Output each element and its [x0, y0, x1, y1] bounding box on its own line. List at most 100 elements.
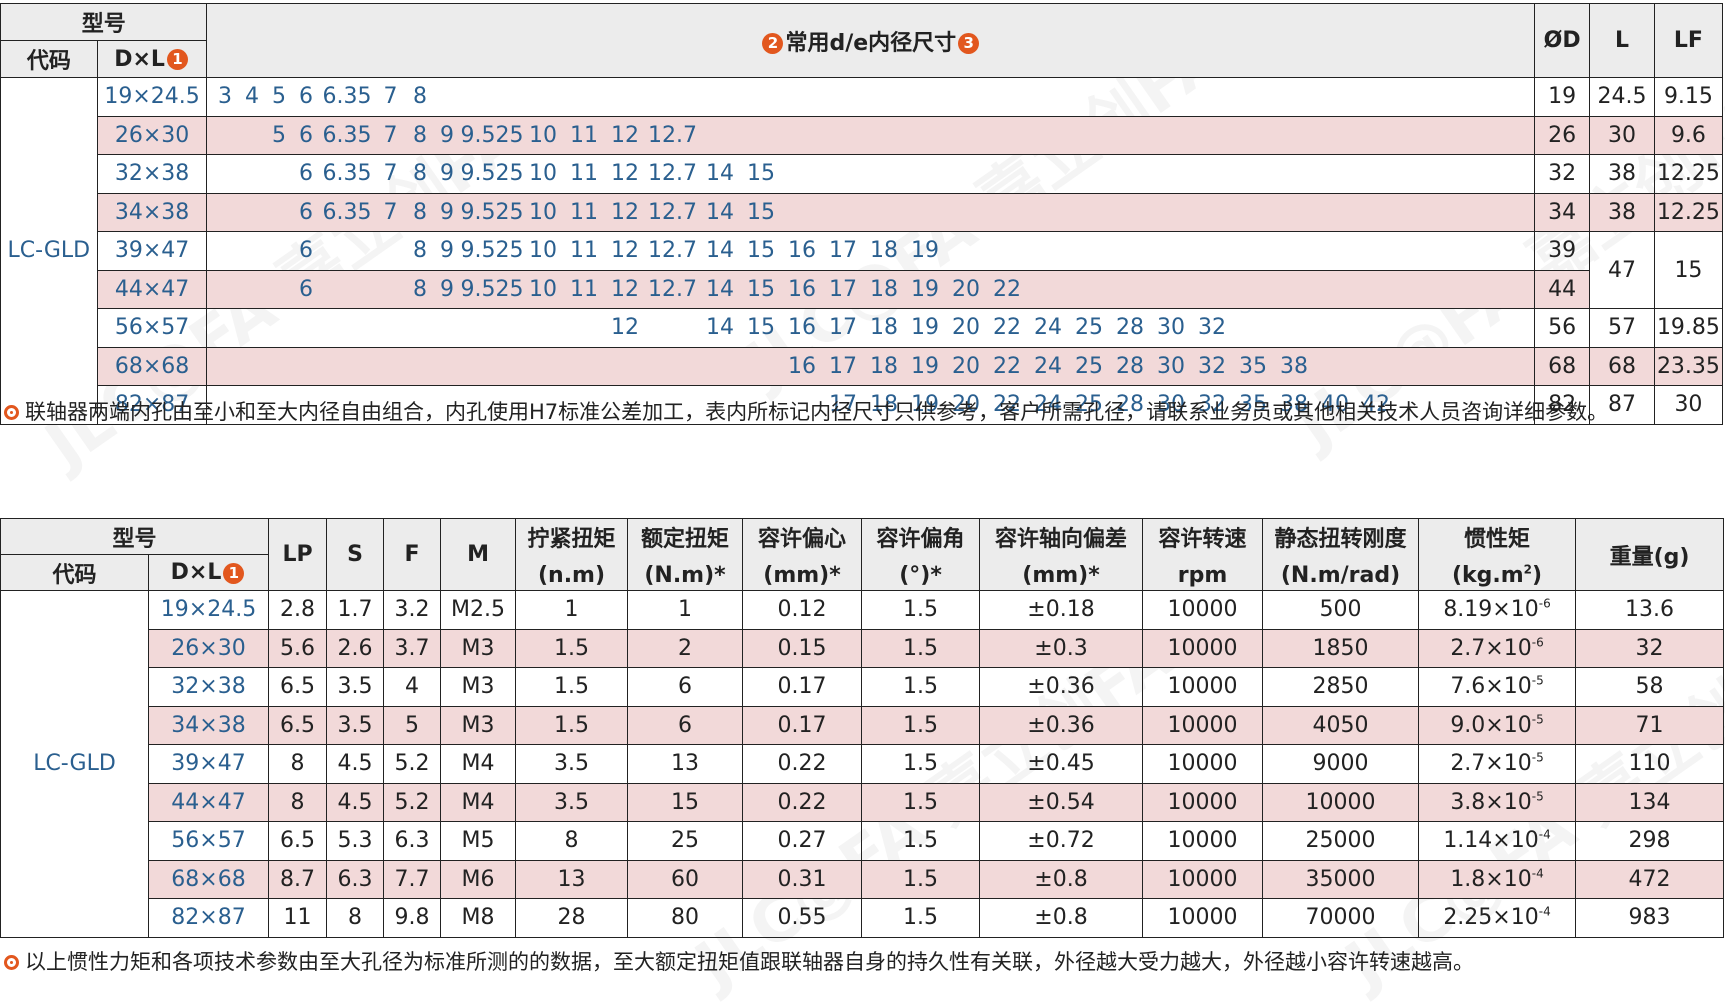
table-row: 56×57 12 14 15 16 17 18 19 20 22 24 25 28 30 32 56 57 19.… [1, 308, 1724, 348]
bore-value: 12 [610, 315, 639, 341]
lf-cell: 19.85 [1653, 308, 1724, 348]
cell-rt: 60 [627, 859, 744, 899]
lf-cell: 23.35 [1653, 346, 1724, 386]
size-cell: 39×47 [147, 744, 270, 784]
bore-value: 18 [869, 276, 898, 302]
bore-line: 6 8 9 9.525 10 11 12 12.7 14 15 16 17 18 19 [208, 238, 1534, 264]
cell-s: 5.3 [326, 821, 385, 861]
cell-rt: 2 [627, 628, 744, 668]
od-cell: 68 [1534, 346, 1591, 386]
inertia-base: 9.0×10 [1450, 712, 1532, 738]
cell-inertia: 2.7×10-5 [1418, 744, 1577, 784]
bore-value: 8 [412, 276, 427, 302]
bore-list: 6 6.35 7 8 9 9.525 10 11 12 12.7 14 15 [206, 154, 1536, 194]
header-model: 型号 [0, 518, 270, 555]
bore-value: 24 [1033, 315, 1062, 341]
header-code: 代码 [0, 40, 98, 78]
bore-value: 12 [610, 122, 639, 148]
bore-value: 9 [439, 276, 454, 302]
inertia-base: 1.14×10 [1443, 828, 1539, 854]
cell-s: 1.7 [326, 590, 385, 630]
cell-weight: 110 [1575, 744, 1725, 784]
cell-f: 4 [383, 667, 442, 707]
od-cell: 44 [1534, 269, 1591, 309]
cell-inertia: 8.19×10-6 [1418, 590, 1577, 630]
inertia-base: 2.7×10 [1450, 635, 1532, 661]
bullet-icon [4, 955, 19, 970]
bore-value: 16 [787, 315, 816, 341]
inertia-base: 8.19×10 [1443, 597, 1539, 623]
bore-value: 11 [569, 122, 598, 148]
header-radial: 容许偏心 (mm)* [742, 518, 863, 591]
bore-value: 7 [383, 161, 398, 187]
header-dxl: D×L 1 [96, 40, 208, 78]
cell-lp: 8 [268, 782, 328, 822]
header-s: S [326, 518, 385, 591]
header-m: M [440, 518, 517, 591]
cell-ax: ±0.54 [979, 782, 1144, 822]
bore-value: 9.525 [460, 161, 524, 187]
bore-value: 9 [439, 161, 454, 187]
bore-value: 8 [412, 199, 427, 225]
bore-value: 22 [992, 315, 1021, 341]
cell-tt: 1.5 [515, 628, 629, 668]
cell-ax: ±0.72 [979, 821, 1144, 861]
cell-s: 6.3 [326, 859, 385, 899]
bore-value: 30 [1156, 315, 1185, 341]
bore-value: 24 [1033, 353, 1062, 379]
cell-inertia: 7.6×10-5 [1418, 667, 1577, 707]
cell-rad: 0.15 [742, 628, 863, 668]
bore-value: 14 [705, 276, 734, 302]
bore-size-table: 型号 2 常用d/e内径尺寸 3 ØD L LF 代码 D×L 1 LC-GLD 19×… [0, 3, 1724, 425]
cell-m: M4 [440, 782, 517, 822]
cell-f: 5.2 [383, 744, 442, 784]
bore-value: 6 [298, 84, 313, 110]
lf-cell: 9.6 [1653, 115, 1724, 155]
cell-ax: ±0.36 [979, 667, 1144, 707]
bore-list: 6 8 9 9.525 10 11 12 12.7 14 15 16 17 18 19 [206, 231, 1536, 271]
inertia-exp: -4 [1531, 866, 1544, 881]
cell-inertia: 2.7×10-6 [1418, 628, 1577, 668]
cell-weight: 58 [1575, 667, 1725, 707]
cell-stiff: 4050 [1262, 705, 1420, 745]
cell-rpm: 10000 [1142, 590, 1264, 630]
bore-value: 22 [992, 276, 1021, 302]
bore-value: 10 [528, 276, 557, 302]
cell-rt: 13 [627, 744, 744, 784]
size-cell: 19×24.5 [147, 590, 270, 630]
bore-value: 4 [244, 84, 259, 110]
header-stiffness: 静态扭转刚度 (N.m/rad) [1262, 518, 1420, 591]
cell-ang: 1.5 [861, 667, 981, 707]
bore-value: 6 [298, 199, 313, 225]
bore-value: 16 [787, 276, 816, 302]
cell-f: 7.7 [383, 859, 442, 899]
inertia-exp: -5 [1531, 750, 1544, 765]
cell-inertia: 3.8×10-5 [1418, 782, 1577, 822]
bore-line: 3 4 5 6 6.35 7 8 [208, 84, 1534, 110]
bore-value: 18 [869, 353, 898, 379]
inertia-exp: -6 [1531, 635, 1544, 650]
l-cell: 38 [1589, 154, 1655, 194]
l-cell: 47 [1589, 231, 1655, 309]
table-row: LC-GLD 19×24.5 3 4 5 6 6.35 7 8 19 24.5 9.15 [0, 77, 1724, 425]
bore-value: 12 [610, 238, 639, 264]
header-weight: 重量(g) [1575, 518, 1725, 591]
bore-value: 10 [528, 199, 557, 225]
table-row: 34×38 6.5 3.5 5 M3 1.5 6 0.17 1.5 ±0.36 10000 4050 9… [1, 705, 1725, 745]
cell-rpm: 10000 [1142, 628, 1264, 668]
table-row: 32×38 6 6.35 7 8 9 9.525 10 11 12 12.7 14 15 32 38 12.2… [1, 154, 1724, 194]
bore-value: 3 [217, 84, 232, 110]
bore-value: 12 [610, 276, 639, 302]
bore-line: 6 6.35 7 8 9 9.525 10 11 12 12.7 14 15 [208, 199, 1534, 225]
cell-lp: 5.6 [268, 628, 328, 668]
header-rated-torque: 额定扭矩 (N.m)* [627, 518, 744, 591]
size-cell: 56×57 [96, 308, 208, 348]
bore-value: 5 [271, 84, 286, 110]
cell-weight: 134 [1575, 782, 1725, 822]
cell-lp: 6.5 [268, 667, 328, 707]
cell-tt: 1.5 [515, 667, 629, 707]
bore-value: 14 [705, 315, 734, 341]
cell-ax: ±0.3 [979, 628, 1144, 668]
bore-value: 12.7 [647, 122, 697, 148]
bore-value: 22 [992, 353, 1021, 379]
